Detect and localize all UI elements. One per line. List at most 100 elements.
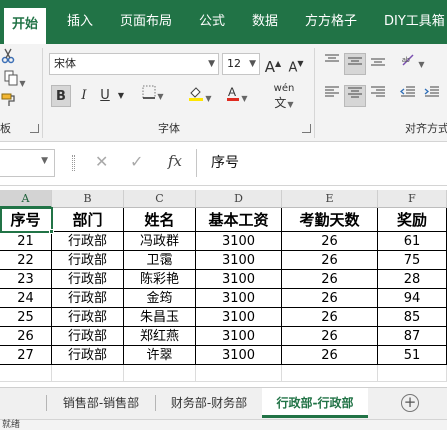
column-header-e[interactable]: E: [282, 190, 378, 208]
formula-bar-grip[interactable]: [72, 155, 75, 171]
table-cell[interactable]: 26: [282, 308, 378, 327]
empty-cell[interactable]: [52, 365, 124, 382]
table-cell[interactable]: 94: [378, 289, 447, 308]
table-cell[interactable]: 61: [378, 232, 447, 251]
column-header-b[interactable]: B: [52, 190, 124, 208]
table-cell[interactable]: 郑红燕: [124, 327, 196, 346]
table-cell[interactable]: 陈彩艳: [124, 270, 196, 289]
confirm-icon[interactable]: ✓: [130, 152, 143, 171]
tab-page-layout[interactable]: 页面布局: [120, 0, 172, 44]
header-cell[interactable]: 部门: [52, 208, 124, 232]
table-cell[interactable]: 3100: [196, 251, 282, 270]
table-cell[interactable]: 24: [0, 289, 52, 308]
table-cell[interactable]: 26: [282, 251, 378, 270]
grow-font-button[interactable]: A▲: [264, 53, 282, 76]
column-header-f[interactable]: F: [378, 190, 447, 208]
table-cell[interactable]: 金筠: [124, 289, 196, 308]
empty-cell[interactable]: [196, 365, 282, 382]
empty-cell[interactable]: [124, 365, 196, 382]
table-cell[interactable]: 21: [0, 232, 52, 251]
align-top-icon[interactable]: [322, 53, 342, 75]
fill-handle[interactable]: [49, 229, 54, 234]
table-cell[interactable]: 卫霭: [124, 251, 196, 270]
phonetic-button[interactable]: wén 文▼: [264, 82, 304, 110]
table-cell[interactable]: 27: [0, 346, 52, 365]
table-cell[interactable]: 3100: [196, 289, 282, 308]
column-header-a[interactable]: A: [0, 190, 52, 208]
insert-function-button[interactable]: fx: [168, 152, 182, 170]
table-cell[interactable]: 85: [378, 308, 447, 327]
table-cell[interactable]: 行政部: [52, 327, 124, 346]
font-size-select[interactable]: 12 ▼: [222, 53, 260, 75]
table-cell[interactable]: 28: [378, 270, 447, 289]
table-cell[interactable]: 冯政群: [124, 232, 196, 251]
header-cell[interactable]: 奖励: [378, 208, 447, 232]
table-cell[interactable]: 朱昌玉: [124, 308, 196, 327]
sheet-tab-admin[interactable]: 行政部-行政部: [262, 388, 368, 418]
font-launcher-icon[interactable]: [302, 124, 311, 133]
table-cell[interactable]: 75: [378, 251, 447, 270]
tab-insert[interactable]: 插入: [67, 0, 93, 44]
table-cell[interactable]: 26: [282, 327, 378, 346]
empty-cell[interactable]: [378, 365, 447, 382]
table-cell[interactable]: 3100: [196, 270, 282, 289]
sheet-tab-sales[interactable]: 销售部-销售部: [48, 388, 154, 418]
tab-data[interactable]: 数据: [252, 0, 278, 44]
format-painter-icon[interactable]: [0, 92, 18, 114]
table-cell[interactable]: 87: [378, 327, 447, 346]
fill-color-button[interactable]: ▼: [187, 85, 213, 107]
table-cell[interactable]: 26: [0, 327, 52, 346]
align-bottom-icon[interactable]: [368, 53, 388, 75]
align-left-icon[interactable]: [322, 85, 342, 107]
table-cell[interactable]: 22: [0, 251, 52, 270]
cut-icon[interactable]: [0, 48, 16, 70]
font-color-button[interactable]: A ▼: [224, 85, 250, 107]
clipboard-launcher-icon[interactable]: [30, 124, 39, 133]
table-cell[interactable]: 3100: [196, 346, 282, 365]
decrease-indent-icon[interactable]: [398, 85, 418, 107]
header-cell[interactable]: 基本工资: [196, 208, 282, 232]
table-cell[interactable]: 3100: [196, 327, 282, 346]
table-cell[interactable]: 许翠: [124, 346, 196, 365]
table-cell[interactable]: 行政部: [52, 232, 124, 251]
table-cell[interactable]: 26: [282, 289, 378, 308]
header-cell[interactable]: 考勤天数: [282, 208, 378, 232]
name-box[interactable]: ▼: [0, 149, 55, 177]
table-cell[interactable]: 51: [378, 346, 447, 365]
align-center-icon[interactable]: [344, 85, 366, 107]
shrink-font-button[interactable]: A▼: [287, 53, 305, 75]
tab-home[interactable]: 开始: [4, 8, 47, 44]
tab-fangfang[interactable]: 方方格子: [305, 0, 357, 44]
table-cell[interactable]: 行政部: [52, 251, 124, 270]
increase-indent-icon[interactable]: [422, 85, 442, 107]
column-header-d[interactable]: D: [196, 190, 282, 208]
table-cell[interactable]: 行政部: [52, 289, 124, 308]
align-middle-icon[interactable]: [344, 53, 366, 75]
table-cell[interactable]: 行政部: [52, 308, 124, 327]
table-cell[interactable]: 3100: [196, 232, 282, 251]
empty-cell[interactable]: [0, 365, 52, 382]
table-cell[interactable]: 25: [0, 308, 52, 327]
table-cell[interactable]: 3100: [196, 308, 282, 327]
align-right-icon[interactable]: [368, 85, 388, 107]
tab-formulas[interactable]: 公式: [199, 0, 225, 44]
formula-input[interactable]: 序号: [196, 149, 447, 177]
tab-diy-toolbox[interactable]: DIY工具箱: [384, 0, 445, 44]
orientation-icon[interactable]: ab ▼: [398, 53, 428, 75]
bold-button[interactable]: B: [51, 85, 71, 107]
underline-button[interactable]: U: [97, 85, 113, 107]
sheet-tab-finance[interactable]: 财务部-财务部: [157, 388, 261, 418]
header-cell[interactable]: 姓名: [124, 208, 196, 232]
table-cell[interactable]: 26: [282, 346, 378, 365]
table-cell[interactable]: 23: [0, 270, 52, 289]
italic-button[interactable]: I: [75, 85, 93, 107]
table-cell[interactable]: 26: [282, 232, 378, 251]
header-cell[interactable]: 序号: [0, 208, 52, 232]
underline-dropdown-icon[interactable]: ▼: [115, 85, 127, 107]
add-sheet-button[interactable]: +: [401, 394, 419, 412]
cancel-icon[interactable]: ✕: [95, 152, 108, 171]
font-name-select[interactable]: 宋体 ▼: [49, 53, 219, 75]
table-cell[interactable]: 26: [282, 270, 378, 289]
table-cell[interactable]: 行政部: [52, 346, 124, 365]
empty-cell[interactable]: [282, 365, 378, 382]
